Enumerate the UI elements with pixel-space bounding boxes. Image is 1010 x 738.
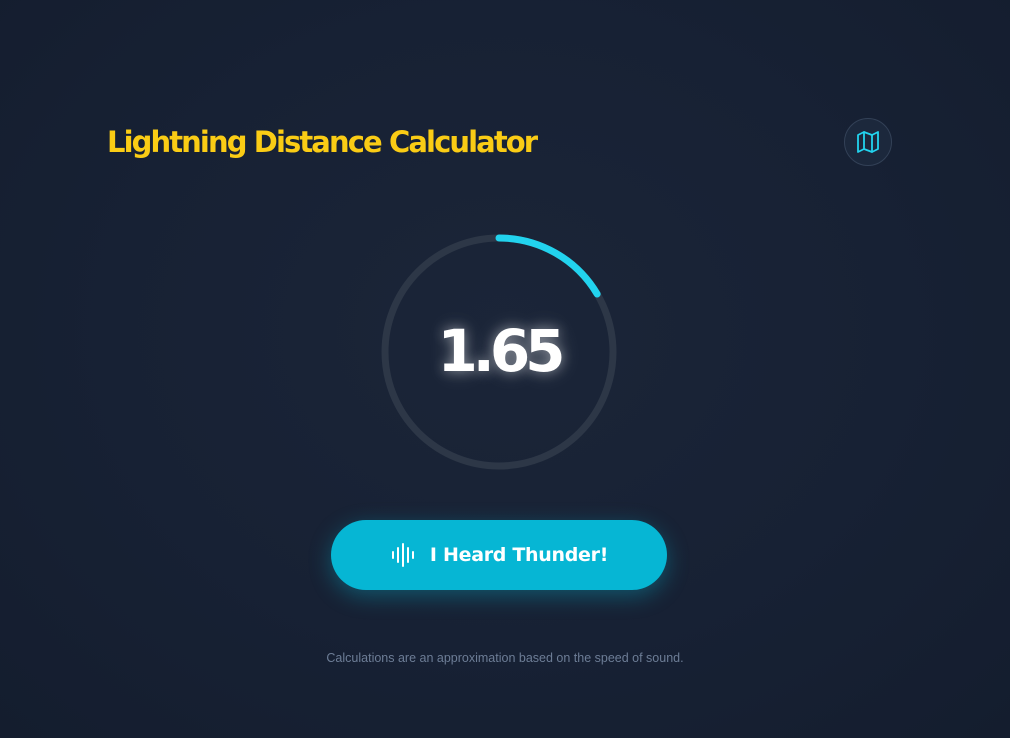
page-title: Lightning Distance Calculator — [107, 125, 538, 159]
disclaimer-text: Calculations are an approximation based … — [326, 651, 684, 665]
header: Lightning Distance Calculator — [107, 118, 892, 166]
sound-wave-icon — [391, 543, 414, 567]
heard-thunder-button[interactable]: I Heard Thunder! — [331, 520, 667, 590]
heard-thunder-label: I Heard Thunder! — [429, 544, 609, 566]
distance-value: 1.65 — [437, 317, 565, 385]
distance-gauge: 1.65 — [380, 233, 618, 471]
map-button[interactable] — [844, 118, 892, 166]
map-icon — [857, 131, 879, 153]
